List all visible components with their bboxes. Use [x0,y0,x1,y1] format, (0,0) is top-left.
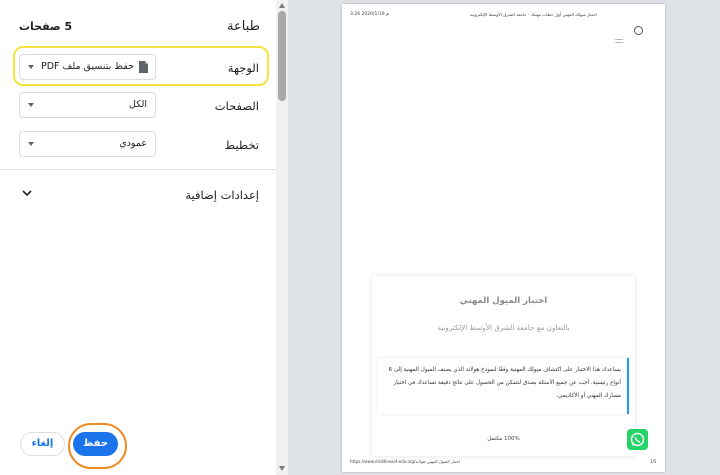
card-description-box: يساعدك هذا الاختبار على اكتشاف ميولك الم… [378,358,629,414]
preview-page: 3:26 2020/1/19 م اختبار ميولك المهني أول… [342,4,665,472]
divider [0,169,276,170]
pages-select[interactable]: الكل [19,92,156,118]
circle-icon [634,26,643,35]
chevron-down-icon [28,103,34,107]
page-header-title: اختبار ميولك المهني أول خطاب مهنتك - جام… [470,12,597,17]
destination-label: الوجهة [227,61,259,75]
chevron-down-icon [28,65,34,69]
print-header: طباعة 5 صفحات [0,0,276,44]
layout-label: تخطيط [224,138,259,152]
layout-select[interactable]: عمودي [19,131,156,157]
page-footer-url: https://www.middleeast-edu.org/اختبار ال… [350,459,461,464]
card-subtitle: بالتعاون مع جامعة الشرق الأوسط الإلكترون… [437,323,570,332]
page-header-datetime: 3:26 2020/1/19 م [350,12,389,17]
quiz-card: اختبار الميول المهني بالتعاون مع جامعة ا… [372,276,635,456]
card-title: اختبار الميول المهني [459,296,548,306]
menu-icon [615,39,623,45]
document-icon [139,61,148,73]
pages-label: الصفحات [214,99,259,113]
destination-value: حفظ بتنسيق ملف PDF [41,61,134,72]
more-settings-toggle[interactable] [22,190,32,198]
print-settings-panel: طباعة 5 صفحات الوجهة حفظ بتنسيق ملف PDF … [0,0,276,475]
page-count: 5 صفحات [19,20,73,33]
card-description: يساعدك هذا الاختبار على اكتشاف ميولك الم… [388,367,622,399]
scroll-up-arrow-icon[interactable] [279,3,285,8]
progress-text: 100% مكتمل [487,436,520,442]
cancel-button[interactable]: إلغاء [20,432,65,456]
scroll-down-arrow-icon[interactable] [279,466,285,471]
scrollbar-thumb[interactable] [278,11,286,101]
layout-value: عمودي [119,138,147,149]
page-footer-number: 1/5 [650,459,657,464]
destination-select[interactable]: حفظ بتنسيق ملف PDF [19,54,156,80]
save-button[interactable]: حفظ [73,432,118,456]
pages-value: الكل [129,99,147,110]
more-settings-label[interactable]: إعدادات إضافية [185,188,259,202]
dialog-title: طباعة [227,19,260,34]
whatsapp-icon [627,429,648,450]
chevron-down-icon [28,142,34,146]
